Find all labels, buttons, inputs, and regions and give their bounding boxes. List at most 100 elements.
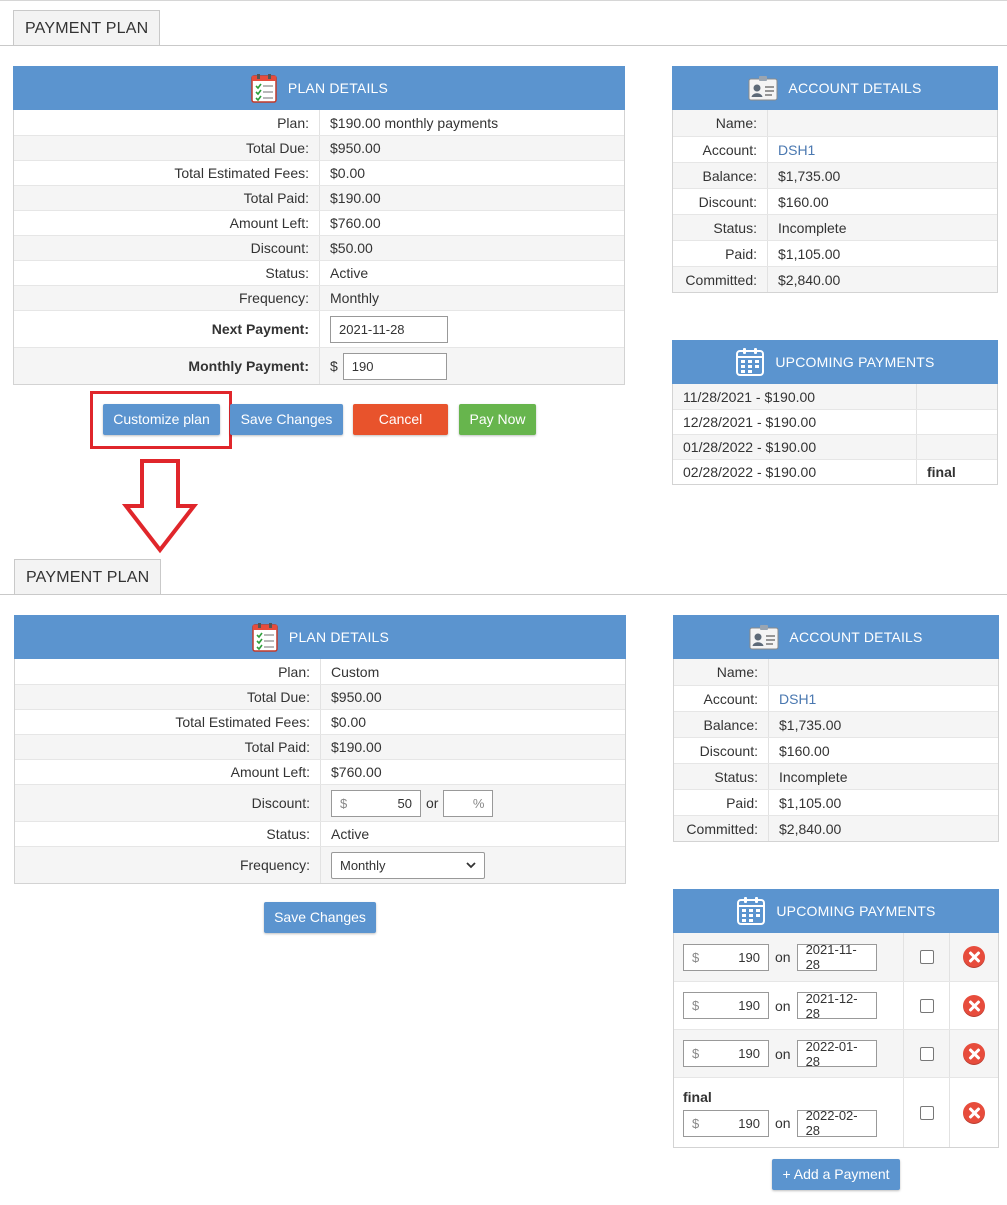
- percent-symbol: %: [472, 795, 485, 811]
- plan-details-title: PLAN DETAILS: [288, 629, 390, 645]
- upcoming-payments-header: UPCOMING PAYMENTS: [672, 340, 998, 384]
- checklist-icon: [251, 74, 277, 103]
- payment-amount-input[interactable]: $ 190: [683, 992, 769, 1019]
- tab-payment-plan[interactable]: PAYMENT PLAN: [14, 559, 162, 595]
- table-row: Account: DSH1: [674, 685, 998, 711]
- plan-details-body: Plan: $190.00 monthly payments Total Due…: [13, 110, 625, 385]
- row-label: Account:: [674, 686, 769, 711]
- table-row: Balance: $1,735.00: [673, 162, 997, 188]
- payment-amount-value: 190: [738, 949, 760, 965]
- calendar-icon: [736, 348, 765, 376]
- delete-payment-icon[interactable]: [963, 946, 985, 968]
- row-value: $50.00: [330, 240, 373, 256]
- top-border: [0, 0, 1007, 1]
- payment-text: 12/28/2021 - $190.00: [673, 410, 917, 434]
- payment-checkbox[interactable]: [919, 998, 934, 1013]
- row-value: $2,840.00: [779, 820, 842, 837]
- payment-amount-input[interactable]: $ 190: [683, 1109, 769, 1137]
- account-link[interactable]: DSH1: [769, 686, 816, 711]
- payment-date-input[interactable]: 2022-02-28: [796, 1108, 877, 1138]
- row-value: $1,735.00: [779, 716, 842, 733]
- row-value: $1,735.00: [778, 167, 841, 184]
- plan-details-panel: PLAN DETAILS Plan: $190.00 monthly payme…: [13, 66, 625, 385]
- account-details-title: ACCOUNT DETAILS: [788, 80, 922, 96]
- table-row: Paid: $1,105.00: [673, 240, 997, 266]
- payment-checkbox[interactable]: [919, 1105, 934, 1120]
- frequency-selected: Monthly: [340, 857, 386, 873]
- calendar-icon: [737, 897, 766, 925]
- customize-plan-button[interactable]: Customize plan: [103, 404, 220, 435]
- payment-date-input[interactable]: 2021-12-28: [796, 991, 877, 1021]
- status-label: Status:: [15, 822, 321, 846]
- monthly-payment-input[interactable]: 190: [342, 352, 447, 380]
- table-row: Committed: $2,840.00: [673, 266, 997, 292]
- cancel-plan-button[interactable]: Cancel Plan: [353, 404, 448, 458]
- upcoming-payments-panel: UPCOMING PAYMENTS $ 190 on 2021-11-28 $ …: [673, 889, 999, 1148]
- next-payment-row: Next Payment: 2021-11-28: [14, 310, 624, 347]
- row-label: Committed:: [673, 267, 768, 292]
- row-label: Plan:: [14, 110, 320, 135]
- row-value: [769, 659, 779, 685]
- row-label: Balance:: [673, 163, 768, 188]
- payment-amount-input[interactable]: $ 190: [683, 1040, 769, 1067]
- next-payment-input[interactable]: 2021-11-28: [330, 315, 448, 343]
- payment-checkbox[interactable]: [919, 950, 934, 964]
- frequency-select[interactable]: Monthly: [331, 851, 485, 879]
- payment-text: 01/28/2022 - $190.00: [673, 435, 917, 459]
- save-changes-button[interactable]: Save Changes: [230, 404, 343, 435]
- table-row: Name:: [673, 110, 997, 136]
- discount-amount-value: 50: [397, 795, 412, 811]
- upcoming-payments-header: UPCOMING PAYMENTS: [673, 889, 999, 933]
- discount-amount-input[interactable]: $ 50: [331, 789, 421, 817]
- row-value: $950.00: [331, 689, 382, 705]
- row-value: $1,105.00: [779, 794, 842, 811]
- row-label: Total Paid:: [14, 186, 320, 210]
- row-label: Status:: [674, 764, 769, 789]
- account-details-title: ACCOUNT DETAILS: [789, 629, 923, 645]
- payment-date-input[interactable]: 2022-01-28: [796, 1039, 877, 1069]
- monthly-payment-row: Monthly Payment: $ 190: [14, 347, 624, 384]
- row-value: $190.00: [330, 190, 381, 206]
- account-details-panel: ACCOUNT DETAILS Name: Account: DSH1 Bala…: [673, 615, 999, 842]
- payment-amount-value: 190: [738, 1046, 760, 1061]
- table-row: Plan: $190.00 monthly payments: [14, 110, 624, 135]
- delete-payment-icon[interactable]: [963, 1042, 985, 1065]
- save-changes-button[interactable]: Save Changes: [264, 902, 376, 933]
- list-item: $ 190 on 2022-01-28: [674, 1029, 998, 1077]
- discount-row: Discount: $ 50 or %: [15, 784, 625, 821]
- delete-payment-icon[interactable]: [963, 1101, 985, 1124]
- currency-symbol: $: [692, 1115, 700, 1131]
- checklist-icon: [252, 623, 278, 652]
- currency-symbol: $: [692, 949, 700, 965]
- row-label: Status:: [673, 215, 768, 240]
- frequency-label: Frequency:: [15, 847, 321, 883]
- row-label: Amount Left:: [14, 211, 320, 235]
- discount-percent-input[interactable]: %: [443, 789, 494, 817]
- add-payment-button[interactable]: + Add a Payment: [772, 1159, 900, 1190]
- delete-payment-icon[interactable]: [963, 994, 985, 1017]
- row-label: Name:: [674, 659, 769, 685]
- row-label: Discount:: [674, 738, 769, 763]
- upcoming-payments-title: UPCOMING PAYMENTS: [776, 903, 936, 919]
- row-label: Total Estimated Fees:: [14, 161, 320, 185]
- id-card-icon: [748, 76, 778, 101]
- payment-amount-input[interactable]: $ 190: [683, 943, 769, 971]
- account-link[interactable]: DSH1: [768, 137, 815, 162]
- status-value: Active: [331, 826, 370, 842]
- plan-details-title: PLAN DETAILS: [287, 80, 389, 96]
- tab-divider: [0, 594, 1007, 595]
- table-row: Total Due: $950.00: [14, 135, 624, 160]
- upcoming-payments-title: UPCOMING PAYMENTS: [775, 354, 935, 370]
- tab-payment-plan[interactable]: PAYMENT PLAN: [13, 10, 161, 46]
- list-item: 11/28/2021 - $190.00: [673, 384, 997, 409]
- payment-date-input[interactable]: 2021-11-28: [796, 942, 877, 972]
- pay-now-button[interactable]: Pay Now: [459, 404, 536, 435]
- row-value: Incomplete: [779, 768, 848, 785]
- row-value: $760.00: [331, 764, 382, 780]
- table-row: Discount: $160.00: [673, 188, 997, 214]
- payment-checkbox[interactable]: [919, 1046, 934, 1061]
- row-value: $1,105.00: [778, 245, 841, 262]
- list-item: 01/28/2022 - $190.00: [673, 434, 997, 459]
- row-value: [768, 110, 778, 136]
- list-item: 12/28/2021 - $190.00: [673, 409, 997, 434]
